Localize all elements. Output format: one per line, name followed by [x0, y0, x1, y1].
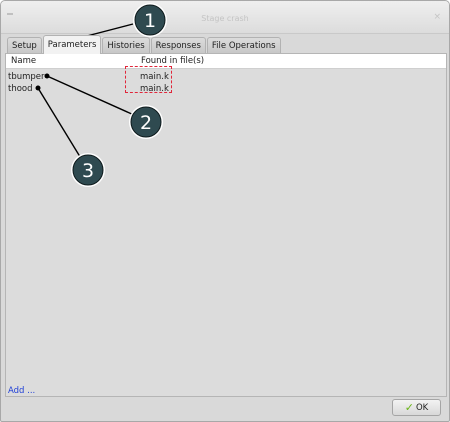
- checkmark-icon: ✓: [404, 401, 414, 414]
- parameter-name[interactable]: tbumper: [8, 72, 45, 82]
- ok-button-label: OK: [415, 402, 429, 413]
- dialog-window: Stage crash × Setup Parameters Histories…: [0, 0, 450, 422]
- parameters-panel: Name Found in file(s) tbumper main.k tho…: [5, 53, 447, 397]
- title-bar: Stage crash ×: [1, 1, 449, 34]
- window-title: Stage crash: [201, 14, 249, 23]
- column-header-name[interactable]: Name: [11, 56, 36, 66]
- parameter-name[interactable]: thood: [8, 84, 33, 94]
- tab-setup[interactable]: Setup: [7, 37, 42, 54]
- tab-parameters[interactable]: Parameters: [42, 35, 102, 54]
- tab-file-operations[interactable]: File Operations: [206, 37, 281, 54]
- tab-histories[interactable]: Histories: [102, 37, 150, 54]
- file-highlight-box: [125, 66, 172, 93]
- tab-responses[interactable]: Responses: [150, 37, 206, 54]
- ok-button[interactable]: ✓ OK: [392, 399, 441, 416]
- tab-bar: Setup Parameters Histories Responses Fil…: [7, 35, 281, 54]
- close-icon[interactable]: ×: [433, 12, 441, 22]
- add-parameter-link[interactable]: Add ...: [8, 386, 35, 396]
- column-header-found-in-files[interactable]: Found in file(s): [141, 56, 204, 66]
- table-header: Name Found in file(s): [6, 54, 446, 69]
